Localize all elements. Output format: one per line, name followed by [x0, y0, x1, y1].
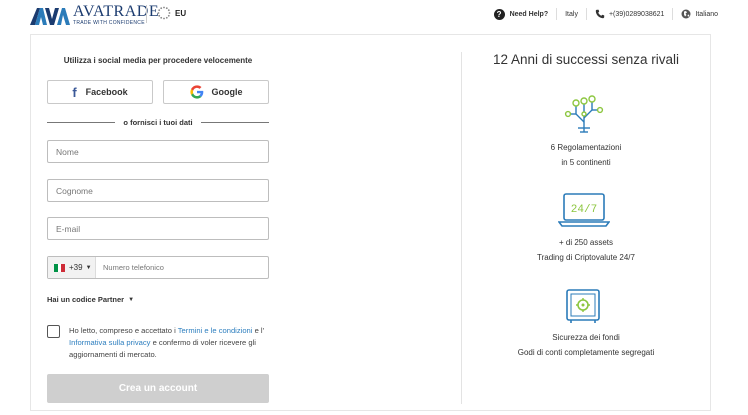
social-login-title: Utilizza i social media per procedere ve…	[63, 56, 253, 65]
google-label: Google	[211, 87, 243, 97]
regulation-icon	[564, 95, 604, 133]
country-selector[interactable]: Italy	[565, 11, 578, 18]
benefit-security: Sicurezza dei fondi Godi di conti comple…	[462, 330, 710, 360]
consent-text: Ho letto, compreso e accettato i Termini…	[69, 325, 274, 361]
laptop-screen-text: 24/7	[571, 204, 597, 216]
avatrade-logo[interactable]: AVATRADE TRADE WITH CONFIDENCE	[30, 4, 159, 26]
language-selector[interactable]: Italiano	[681, 9, 718, 19]
language-label: Italiano	[695, 10, 718, 18]
benefit-line: Trading di Criptovalute 24/7	[537, 253, 635, 262]
or-divider-line	[200, 121, 270, 123]
header-divider	[146, 5, 147, 23]
partner-code-label: Hai un codice Partner	[47, 295, 125, 304]
header-separator	[556, 8, 558, 20]
last-name-placeholder: Cognome	[56, 185, 93, 196]
header-separator	[672, 8, 674, 20]
phone-input[interactable]: Numero telefonico	[96, 263, 164, 272]
benefit-line: Godi di conti completamente segregati	[517, 348, 655, 357]
benefits-title: 12 Anni di successi senza rivali	[492, 52, 680, 67]
phone-link[interactable]: +(39)0289038621	[595, 9, 664, 19]
question-icon: ?	[493, 8, 505, 20]
region-indicator: EU	[157, 6, 186, 20]
need-help-label: Need Help?	[509, 10, 549, 18]
benefit-regulations: 6 Regolamentazioni in 5 continenti	[462, 140, 710, 170]
or-divider: o fornisci i tuoi dati	[47, 116, 270, 128]
benefit-line: + di 250 assets	[558, 238, 614, 247]
globe-icon	[681, 9, 691, 19]
or-divider-text: o fornisci i tuoi dati	[123, 117, 193, 127]
consent-checkbox[interactable]	[47, 325, 60, 338]
header-separator	[585, 8, 587, 20]
italy-flag-icon	[54, 263, 66, 272]
create-account-button[interactable]: Crea un account	[47, 374, 269, 403]
or-divider-line	[47, 121, 116, 123]
need-help-link[interactable]: ? Need Help?	[493, 8, 549, 20]
top-header: AVATRADE TRADE WITH CONFIDENCE EU ? Need…	[0, 0, 748, 30]
caret-down-icon: ▼	[85, 264, 92, 271]
benefit-line: Sicurezza dei fondi	[552, 333, 620, 342]
consent-text-part: Ho letto, compreso e accettato i	[69, 326, 178, 335]
email-field[interactable]: E-mail	[47, 217, 269, 240]
benefit-line: in 5 continenti	[561, 158, 611, 167]
eu-stars-icon	[157, 6, 171, 20]
region-label: EU	[175, 8, 187, 18]
country-label: Italy	[565, 10, 578, 18]
phone-field: +39 ▼ Numero telefonico	[47, 256, 269, 279]
benefit-line: 6 Regolamentazioni	[550, 143, 622, 152]
avatrade-logo-mark-icon	[30, 8, 70, 25]
partner-code-toggle[interactable]: Hai un codice Partner ▼	[47, 295, 134, 304]
facebook-button[interactable]: f Facebook	[47, 80, 153, 104]
caret-down-icon: ▼	[128, 296, 135, 303]
google-button[interactable]: Google	[163, 80, 269, 104]
facebook-label: Facebook	[85, 87, 128, 97]
consent-text-part: e l'	[252, 326, 265, 335]
country-code-selector[interactable]: +39 ▼	[48, 257, 96, 278]
privacy-link[interactable]: Informativa sulla privacy	[69, 338, 150, 347]
phone-number: +(39)0289038621	[608, 10, 665, 18]
google-icon	[189, 85, 203, 99]
first-name-placeholder: Nome	[56, 146, 79, 157]
last-name-field[interactable]: Cognome	[47, 179, 269, 202]
facebook-icon: f	[72, 84, 77, 100]
header-utilities: ? Need Help? Italy +(39)0289038621 Itali…	[493, 8, 718, 20]
first-name-field[interactable]: Nome	[47, 140, 269, 163]
benefit-assets: + di 250 assets Trading di Criptovalute …	[462, 235, 710, 265]
country-code: +39	[69, 263, 83, 272]
terms-link[interactable]: Termini e le condizioni	[178, 326, 253, 335]
laptop-24-7-icon: 24/7	[558, 193, 610, 227]
phone-icon	[595, 9, 605, 19]
email-placeholder: E-mail	[56, 223, 81, 234]
safe-icon	[566, 289, 600, 323]
